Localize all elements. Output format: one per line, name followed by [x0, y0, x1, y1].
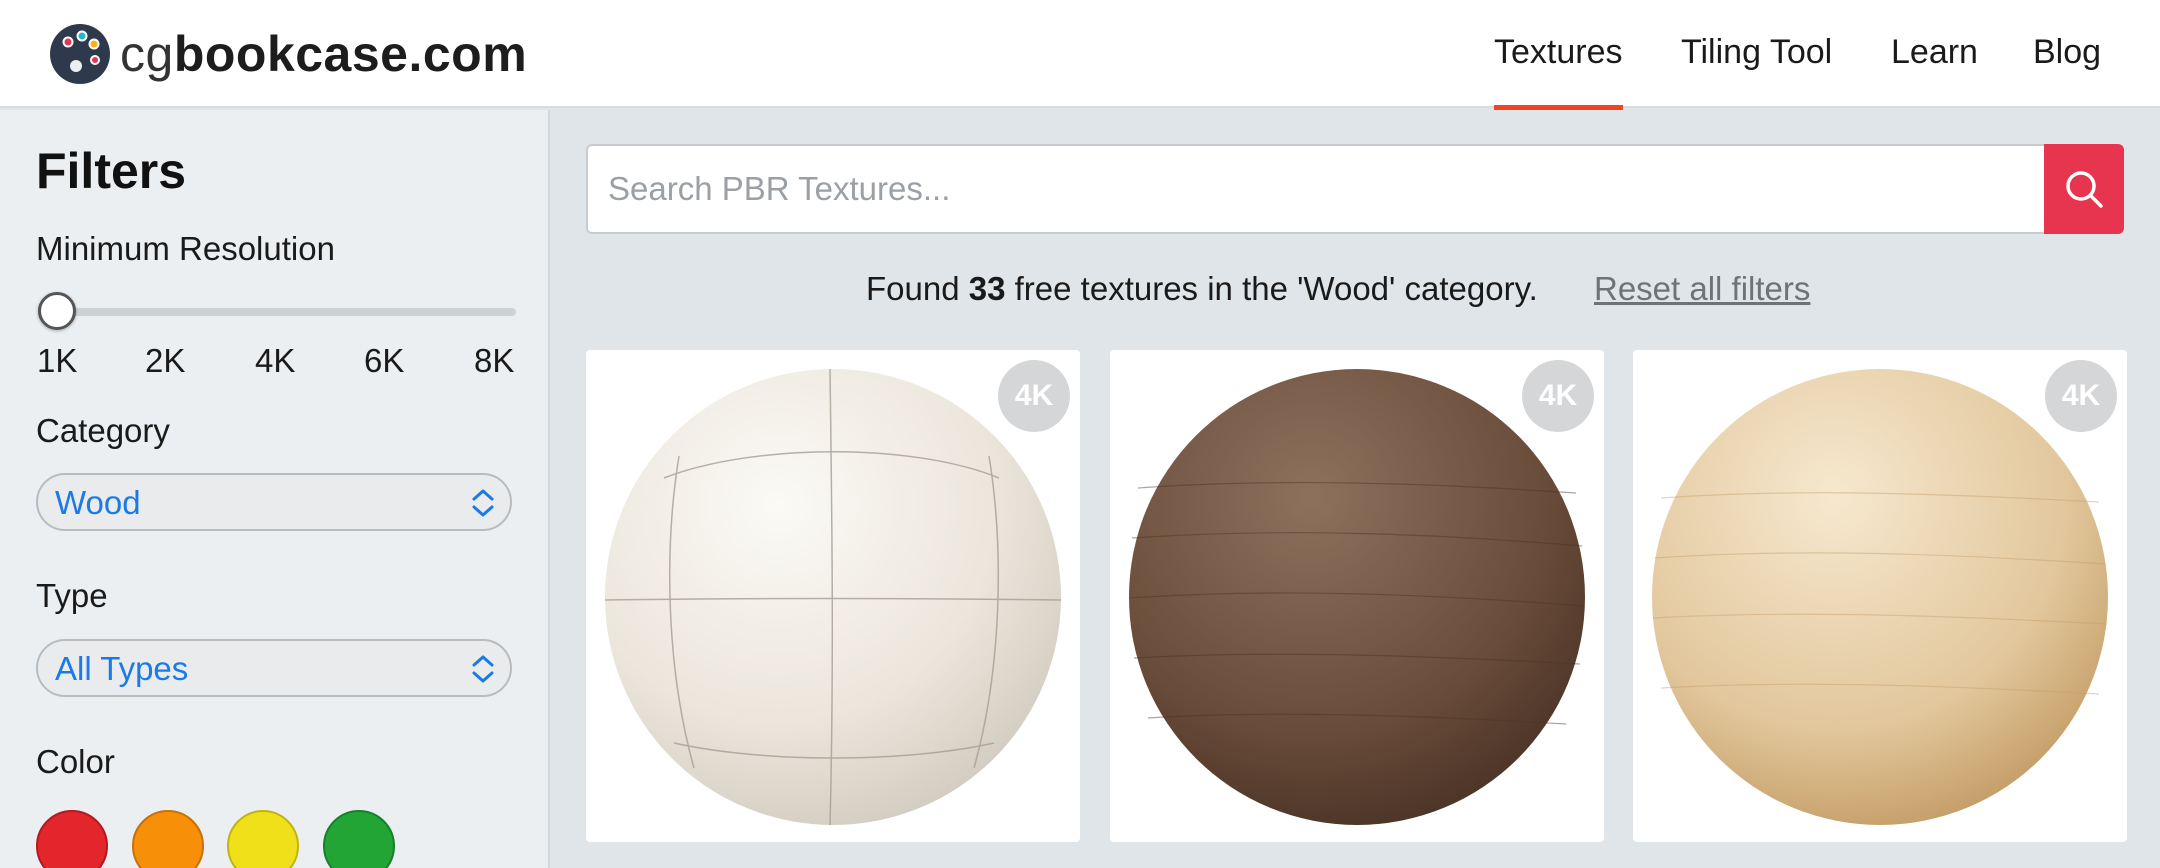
palette-icon [50, 24, 110, 84]
site-logo[interactable]: cgbookcase.com [48, 22, 527, 86]
resolution-tick-4k: 4K [255, 342, 296, 379]
nav-learn[interactable]: Learn [1891, 0, 1978, 108]
resolution-badge: 4K [998, 360, 1070, 432]
resolution-badge: 4K [2045, 360, 2117, 432]
results-summary: Found 33 free textures in the 'Wood' cat… [866, 270, 1538, 308]
min-resolution-label: Minimum Resolution [36, 230, 335, 267]
resolution-tick-6k: 6K [364, 342, 405, 379]
logo-text: cgbookcase.com [120, 22, 527, 86]
reset-filters-link[interactable]: Reset all filters [1594, 270, 1810, 308]
resolution-badge: 4K [1522, 360, 1594, 432]
type-label: Type [36, 577, 108, 614]
texture-sphere-preview [1652, 369, 2108, 825]
search-icon [2066, 171, 2103, 208]
color-label: Color [36, 743, 115, 780]
nav-tiling-tool[interactable]: Tiling Tool [1681, 0, 1832, 108]
search-box [586, 144, 2046, 234]
chevron-up-down-icon [472, 655, 494, 683]
nav-textures[interactable]: Textures [1494, 0, 1623, 110]
filters-sidebar: Filters Minimum Resolution 1K 2K 4K 6K 8… [0, 110, 550, 868]
logo-prefix: cg [120, 26, 174, 82]
category-select[interactable]: Wood [36, 473, 512, 531]
resolution-slider-thumb[interactable] [38, 292, 76, 330]
chevron-up-down-icon [472, 489, 494, 517]
texture-sphere-preview [1129, 369, 1585, 825]
texture-card[interactable]: 4K [1633, 350, 2127, 842]
texture-card[interactable]: 4K [586, 350, 1080, 842]
nav-blog[interactable]: Blog [2033, 0, 2101, 108]
search-button[interactable] [2044, 144, 2124, 234]
site-header: cgbookcase.com Textures Tiling Tool Lear… [0, 0, 2160, 110]
resolution-tick-1k: 1K [37, 342, 78, 379]
category-value: Wood [55, 484, 141, 521]
category-label: Category [36, 412, 170, 449]
resolution-slider-track[interactable] [42, 308, 516, 316]
results-prefix: Found [866, 270, 969, 307]
texture-card[interactable]: 4K [1110, 350, 1604, 842]
type-select[interactable]: All Types [36, 639, 512, 697]
texture-sphere-preview [604, 368, 1062, 826]
search-input[interactable] [608, 146, 2028, 232]
results-count: 33 [968, 270, 1006, 307]
filters-title: Filters [36, 143, 187, 199]
results-suffix: free textures in the 'Wood' category. [1005, 270, 1538, 307]
resolution-tick-2k: 2K [145, 342, 186, 379]
resolution-tick-8k: 8K [474, 342, 515, 379]
logo-main: bookcase.com [173, 26, 528, 82]
type-value: All Types [55, 650, 189, 687]
